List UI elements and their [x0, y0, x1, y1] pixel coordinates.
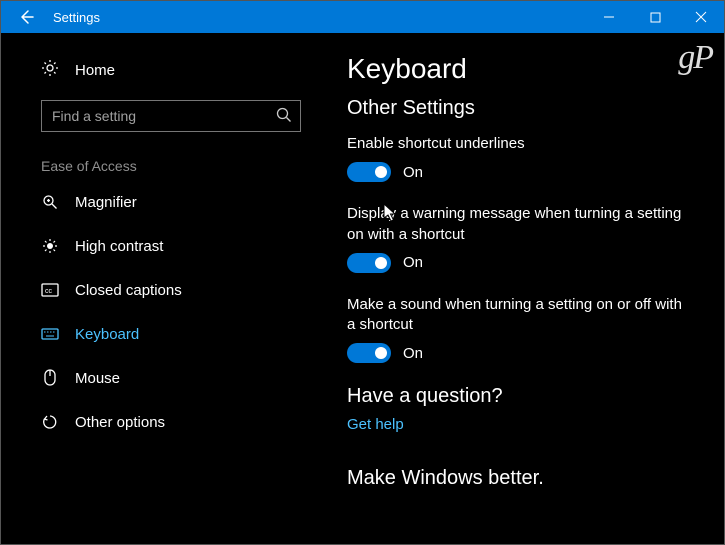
toggle-state: On [403, 254, 423, 271]
sidebar-item-magnifier[interactable]: Magnifier [1, 180, 341, 224]
sidebar-item-highcontrast[interactable]: High contrast [1, 224, 341, 268]
help-link[interactable]: Get help [347, 416, 696, 433]
toggle-shortcut-underlines[interactable] [347, 162, 391, 182]
toggle-warning-message[interactable] [347, 253, 391, 273]
setting-warning-message: Display a warning message when turning a… [347, 204, 696, 273]
minimize-icon [603, 11, 615, 23]
section-title: Other Settings [347, 97, 696, 120]
setting-label: Display a warning message when turning a… [347, 204, 687, 245]
home-nav[interactable]: Home [1, 51, 341, 90]
highcontrast-icon [41, 238, 59, 254]
sidebar-item-closedcaptions[interactable]: cc Closed captions [1, 268, 341, 312]
search-icon [275, 106, 293, 129]
help-title: Have a question? [347, 385, 696, 408]
closedcaptions-icon: cc [41, 283, 59, 297]
back-button[interactable] [1, 1, 49, 33]
magnifier-icon [41, 194, 59, 210]
feedback-title: Make Windows better. [347, 467, 696, 490]
sidebar-item-keyboard[interactable]: Keyboard [1, 312, 341, 356]
page-title: Keyboard [347, 53, 696, 85]
titlebar: Settings [1, 1, 724, 33]
setting-label: Enable shortcut underlines [347, 134, 687, 154]
main-content: Keyboard Other Settings Enable shortcut … [341, 33, 724, 544]
sidebar-item-label: Mouse [75, 370, 120, 387]
gear-icon [41, 59, 59, 82]
setting-make-sound: Make a sound when turning a setting on o… [347, 295, 696, 364]
close-button[interactable] [678, 1, 724, 33]
toggle-make-sound[interactable] [347, 343, 391, 363]
sidebar-item-label: Magnifier [75, 194, 137, 211]
setting-label: Make a sound when turning a setting on o… [347, 295, 687, 336]
window-title: Settings [49, 10, 586, 25]
minimize-button[interactable] [586, 1, 632, 33]
home-label: Home [75, 62, 115, 79]
sidebar-category: Ease of Access [1, 146, 341, 180]
toggle-state: On [403, 345, 423, 362]
search-field[interactable] [41, 100, 301, 132]
sidebar-item-mouse[interactable]: Mouse [1, 356, 341, 400]
close-icon [695, 11, 707, 23]
mouse-icon [41, 369, 59, 387]
watermark: gP [678, 39, 712, 77]
toggle-state: On [403, 164, 423, 181]
sidebar-item-label: High contrast [75, 238, 163, 255]
svg-text:cc: cc [45, 288, 53, 295]
keyboard-icon [41, 328, 59, 340]
sidebar-item-label: Closed captions [75, 282, 182, 299]
sidebar-item-label: Keyboard [75, 326, 139, 343]
setting-shortcut-underlines: Enable shortcut underlines On [347, 134, 696, 182]
maximize-icon [650, 12, 661, 23]
otheroptions-icon [41, 414, 59, 430]
search-input[interactable] [41, 100, 301, 132]
sidebar-item-otheroptions[interactable]: Other options [1, 400, 341, 444]
sidebar-item-label: Other options [75, 414, 165, 431]
arrow-left-icon [16, 8, 34, 26]
sidebar: Home Ease of Access Magnifier High contr… [1, 33, 341, 544]
maximize-button[interactable] [632, 1, 678, 33]
